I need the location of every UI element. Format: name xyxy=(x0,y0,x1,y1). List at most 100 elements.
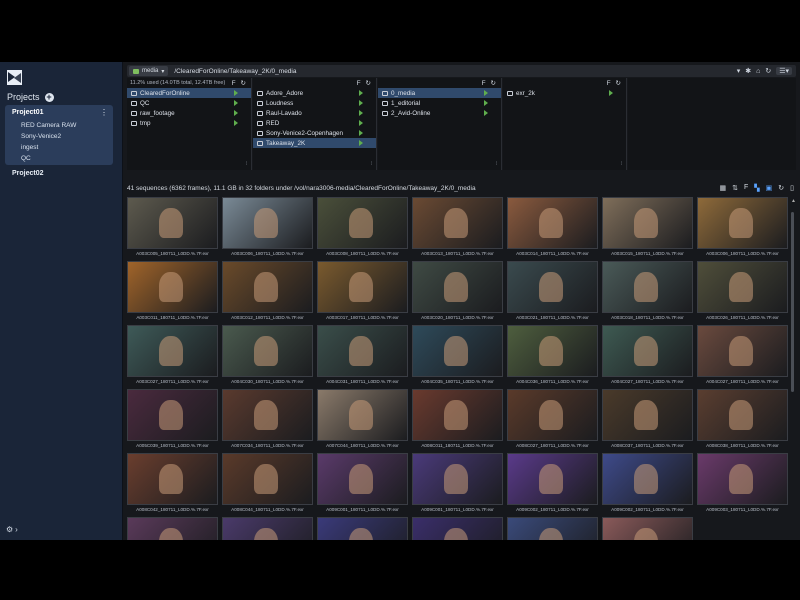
sequence-tile[interactable]: A009C001_180711_L0DD.%.7F.exr xyxy=(317,453,408,517)
sequence-tile[interactable]: A009C003_180711_L0DD.%.7F.exr xyxy=(697,453,788,517)
tag-icon[interactable]: ▚ xyxy=(754,184,759,192)
sequence-thumbnail[interactable] xyxy=(127,517,218,540)
sequence-thumbnail[interactable] xyxy=(507,261,598,313)
home-icon[interactable]: ⌂ xyxy=(756,68,760,75)
sequence-thumbnail[interactable] xyxy=(412,389,503,441)
sequence-tile[interactable]: A004C035_180711_L0DD.%.7F.exr xyxy=(412,325,503,389)
sequence-thumbnail[interactable] xyxy=(222,453,313,505)
project-item-other[interactable]: Project02 xyxy=(12,170,44,177)
sequence-tile[interactable] xyxy=(602,517,693,540)
sequence-thumbnail[interactable] xyxy=(222,197,313,249)
sequence-tile[interactable]: A007C044_180711_L0DD.%.7F.exr xyxy=(317,389,408,453)
sequence-thumbnail[interactable] xyxy=(697,453,788,505)
sequence-thumbnail[interactable] xyxy=(602,261,693,313)
sequence-thumbnail[interactable] xyxy=(127,325,218,377)
pin-icon[interactable]: ✱ xyxy=(745,67,751,75)
thumbnail-size-icon[interactable]: ▣ xyxy=(766,184,773,192)
sequence-tile[interactable] xyxy=(127,517,218,540)
refresh-icon[interactable]: ↻ xyxy=(778,184,784,192)
project-name[interactable]: Project01 xyxy=(12,109,44,116)
sequence-thumbnail[interactable] xyxy=(222,389,313,441)
sequence-tile[interactable]: A003C008_180711_L0DD.%.7F.exr xyxy=(317,197,408,261)
sequence-thumbnail[interactable] xyxy=(507,453,598,505)
view-mode-selector[interactable]: ☰▾ xyxy=(776,67,792,75)
folder-item[interactable]: Raul-Lavado xyxy=(253,108,376,118)
sort-icon[interactable]: ⇅ xyxy=(732,184,738,192)
refresh-icon[interactable]: ↻ xyxy=(366,79,371,87)
filter-icon[interactable]: F xyxy=(744,184,748,192)
sequence-tile[interactable]: A007C034_180711_L0DD.%.7F.exr xyxy=(222,389,313,453)
sequence-tile[interactable]: A003C021_180711_L0DD.%.7F.exr xyxy=(507,261,598,325)
folder-item[interactable]: Takeaway_2K xyxy=(253,138,376,148)
sequence-tile[interactable]: A008C027_180711_L0DD.%.7F.exr xyxy=(507,389,598,453)
sequence-tile[interactable]: A003C013_180711_L0DD.%.7F.exr xyxy=(412,197,503,261)
folder-item[interactable]: Adore_Adore xyxy=(253,88,376,98)
grid-scrollbar[interactable]: ▲ xyxy=(791,199,796,539)
sequence-tile[interactable]: A008C038_180711_L0DD.%.7F.exr xyxy=(697,389,788,453)
folder-item[interactable]: RED xyxy=(253,118,376,128)
sequence-thumbnail[interactable] xyxy=(602,453,693,505)
sequence-thumbnail[interactable] xyxy=(127,261,218,313)
sequence-thumbnail[interactable] xyxy=(697,261,788,313)
sequence-thumbnail[interactable] xyxy=(602,325,693,377)
project-item[interactable]: ingest xyxy=(21,144,38,151)
sequence-thumbnail[interactable] xyxy=(602,389,693,441)
project-item[interactable]: RED Camera RAW xyxy=(21,122,76,129)
sequence-tile[interactable]: A008C042_180711_L0DD.%.7F.exr xyxy=(127,453,218,517)
sequence-tile[interactable]: A003C020_180711_L0DD.%.7F.exr xyxy=(412,261,503,325)
sequence-tile[interactable]: A004C036_180711_L0DD.%.7F.exr xyxy=(507,325,598,389)
refresh-icon[interactable]: ↻ xyxy=(765,67,771,75)
sequence-tile[interactable]: A009C002_180711_L0DD.%.7F.exr xyxy=(507,453,598,517)
folder-item[interactable]: 2_Avid-Online xyxy=(378,108,501,118)
sequence-tile[interactable]: A003C026_180711_L0DD.%.7F.exr xyxy=(697,261,788,325)
refresh-icon[interactable]: ↻ xyxy=(616,79,621,87)
sequence-tile[interactable]: A008C044_180711_L0DD.%.7F.exr xyxy=(222,453,313,517)
sequence-thumbnail[interactable] xyxy=(222,325,313,377)
folder-item[interactable]: Loudness xyxy=(253,98,376,108)
sequence-thumbnail[interactable] xyxy=(412,517,503,540)
sequence-thumbnail[interactable] xyxy=(222,261,313,313)
refresh-icon[interactable]: ↻ xyxy=(241,79,246,87)
sequence-tile[interactable]: A003C012_180711_L0DD.%.7F.exr xyxy=(222,261,313,325)
folder-item[interactable]: QC xyxy=(127,98,251,108)
sequence-thumbnail[interactable] xyxy=(507,325,598,377)
folder-item[interactable]: 1_editorial xyxy=(378,98,501,108)
settings-button[interactable]: ⚙ › xyxy=(6,525,18,534)
add-project-icon[interactable]: + xyxy=(44,92,54,102)
refresh-icon[interactable]: ↻ xyxy=(491,79,496,87)
drive-selector[interactable]: media ▾ xyxy=(129,66,169,76)
filter-icon[interactable]: F xyxy=(482,80,486,87)
sequence-thumbnail[interactable] xyxy=(507,517,598,540)
folder-item[interactable]: 0_media xyxy=(378,88,501,98)
resize-grip-icon[interactable]: ⁞ xyxy=(496,161,497,167)
sequence-thumbnail[interactable] xyxy=(412,325,503,377)
resize-grip-icon[interactable]: ⁞ xyxy=(621,161,622,167)
kebab-menu-icon[interactable]: ⋮ xyxy=(100,108,108,117)
sequence-thumbnail[interactable] xyxy=(507,389,598,441)
sequence-tile[interactable]: A003C005_180711_L0DD.%.7F.exr xyxy=(127,197,218,261)
resize-grip-icon[interactable]: ⁞ xyxy=(371,161,372,167)
chevron-down-icon[interactable]: ▾ xyxy=(737,67,741,75)
path-input[interactable]: /ClearedForOnline/Takeaway_2K/0_media xyxy=(174,68,736,75)
sequence-thumbnail[interactable] xyxy=(602,197,693,249)
sequence-tile[interactable]: A004C027_180711_L0DD.%.7F.exr xyxy=(602,325,693,389)
panel-toggle-icon[interactable]: ▯ xyxy=(790,184,794,192)
sequence-thumbnail[interactable] xyxy=(317,197,408,249)
project-item[interactable]: QC xyxy=(21,155,31,162)
folder-item[interactable]: raw_footage xyxy=(127,108,251,118)
scrollbar-thumb[interactable] xyxy=(791,212,794,392)
filter-icon[interactable]: F xyxy=(232,80,236,87)
folder-item[interactable]: ClearedForOnline xyxy=(127,88,251,98)
sequence-tile[interactable]: A004C027_180711_L0DD.%.7F.exr xyxy=(697,325,788,389)
sequence-tile[interactable]: A003C018_180711_L0DD.%.7F.exr xyxy=(602,261,693,325)
sequence-thumbnail[interactable] xyxy=(697,325,788,377)
grid-view-icon[interactable]: ▦ xyxy=(719,184,726,192)
sequence-tile[interactable] xyxy=(412,517,503,540)
sequence-tile[interactable]: A008C011_180711_L0DD.%.7F.exr xyxy=(412,389,503,453)
project-item[interactable]: Sony-Venice2 xyxy=(21,133,61,140)
sequence-tile[interactable]: A003C006_180711_L0DD.%.7F.exr xyxy=(697,197,788,261)
sequence-thumbnail[interactable] xyxy=(602,517,693,540)
sequence-thumbnail[interactable] xyxy=(317,261,408,313)
folder-item[interactable]: Sony-Venice2-Copenhagen xyxy=(253,128,376,138)
sequence-tile[interactable]: A003C015_180711_L0DD.%.7F.exr xyxy=(602,197,693,261)
